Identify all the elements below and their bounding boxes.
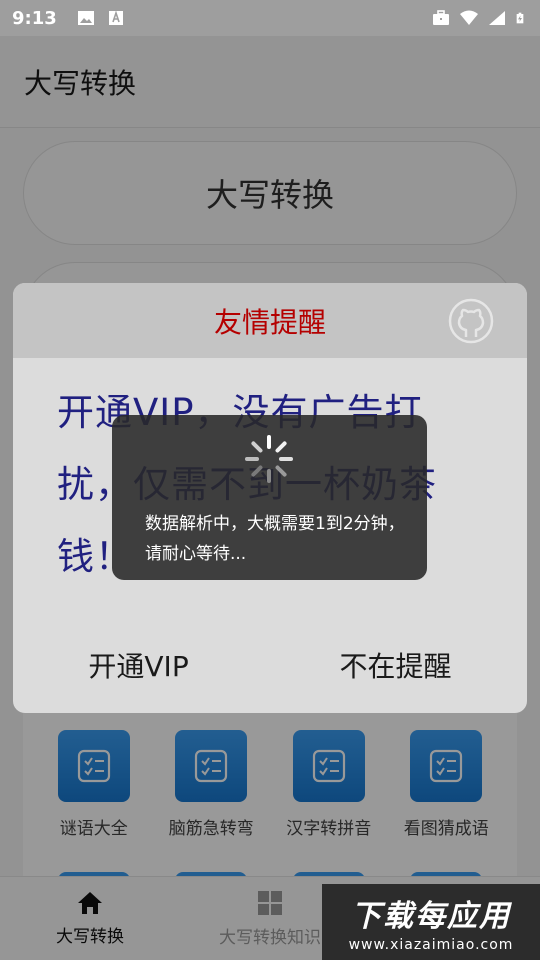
- loading-spinner-icon: [245, 435, 293, 483]
- status-time: 9:13: [12, 7, 57, 29]
- image-notification-icon: [77, 11, 94, 25]
- dialog-actions: 开通VIP 不在提醒: [13, 635, 527, 695]
- status-bar: 9:13: [0, 0, 540, 36]
- dialog-title: 友情提醒: [213, 305, 326, 339]
- github-icon: [448, 298, 494, 344]
- watermark-logo: 下载每应用 www.xiazaimiao.com: [322, 884, 540, 960]
- wifi-icon: [460, 10, 478, 25]
- dont-remind-button[interactable]: 不在提醒: [320, 639, 472, 691]
- dialog-header: 友情提醒: [13, 283, 527, 358]
- loading-dialog: 数据解析中，大概需要1到2分钟，请耐心等待...: [112, 415, 427, 580]
- briefcase-icon: [433, 10, 449, 25]
- watermark-url: www.xiazaimiao.com: [348, 937, 514, 953]
- watermark-title: 下载每应用: [351, 899, 511, 934]
- loading-message: 数据解析中，大概需要1到2分钟，请耐心等待...: [145, 514, 405, 564]
- font-notification-icon: [108, 10, 123, 25]
- signal-icon: [489, 11, 505, 25]
- battery-charging-icon: [516, 12, 524, 24]
- open-vip-button[interactable]: 开通VIP: [68, 639, 208, 691]
